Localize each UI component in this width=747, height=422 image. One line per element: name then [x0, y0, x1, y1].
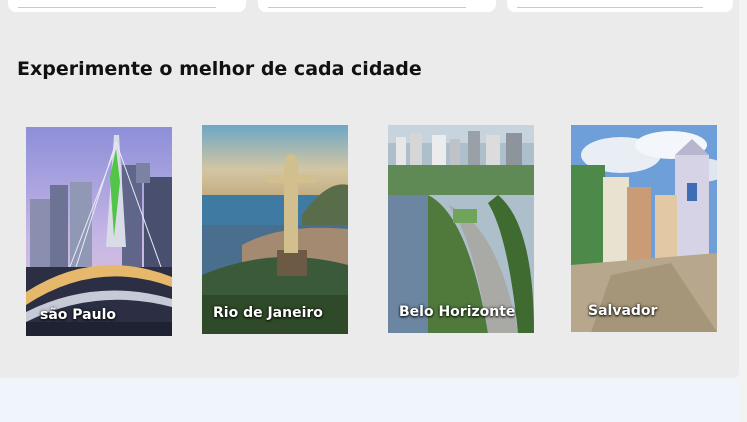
rio-de-janeiro-image	[202, 125, 348, 334]
city-name: são Paulo	[40, 307, 116, 323]
city-card-salvador[interactable]: Salvador	[571, 125, 717, 332]
city-name: Salvador	[588, 303, 658, 319]
belo-horizonte-image	[388, 125, 534, 333]
city-card-belo-horizonte[interactable]: Belo Horizonte	[388, 125, 534, 333]
top-card[interactable]	[8, 0, 246, 12]
salvador-image	[571, 125, 717, 332]
top-card[interactable]	[258, 0, 496, 12]
city-card-rio-de-janeiro[interactable]: Rio de Janeiro	[202, 125, 348, 334]
sao-paulo-image	[26, 127, 172, 336]
scrollbar-track[interactable]	[739, 0, 747, 422]
city-section: Experimente o melhor de cada cidade são …	[0, 0, 739, 378]
city-card-sao-paulo[interactable]: são Paulo	[26, 127, 172, 336]
section-title: Experimente o melhor de cada cidade	[17, 58, 422, 80]
city-name: Rio de Janeiro	[213, 305, 323, 321]
top-card[interactable]	[507, 0, 733, 12]
city-name: Belo Horizonte	[399, 304, 516, 320]
